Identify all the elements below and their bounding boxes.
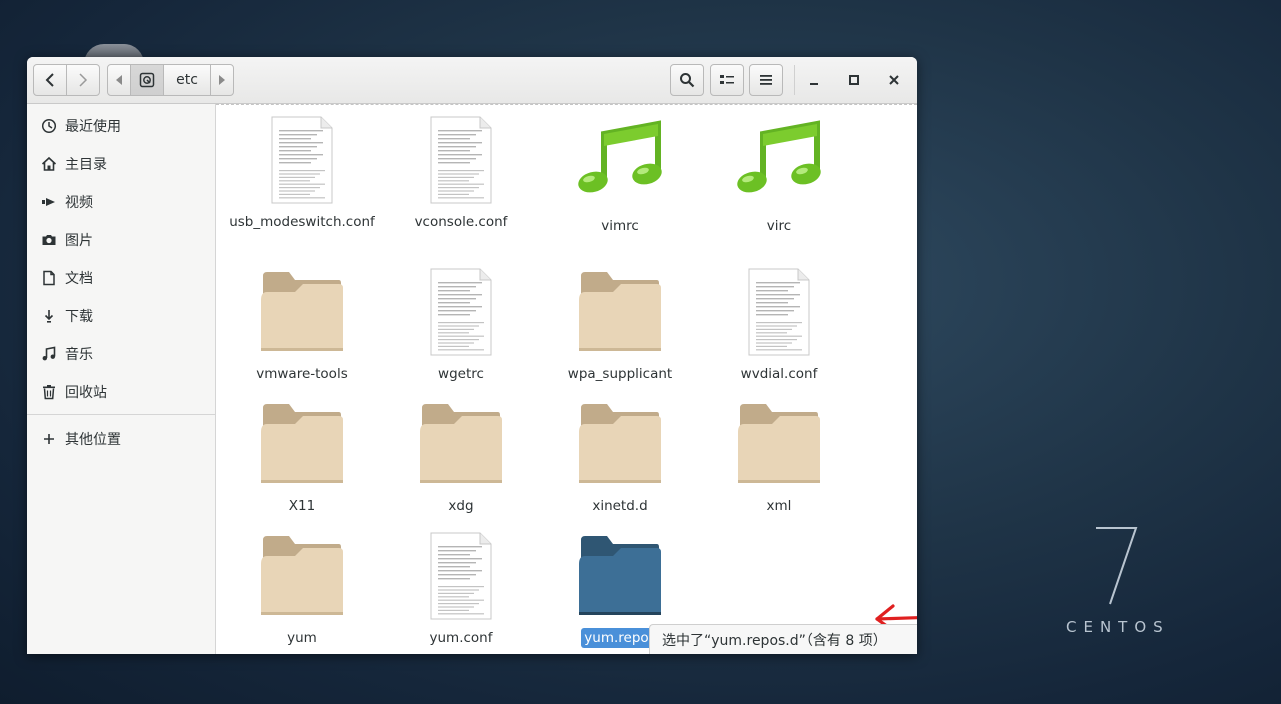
folder-icon [545,530,695,616]
folder-icon [227,398,377,484]
drop-indicator [216,104,917,105]
sidebar-item-other-locations[interactable]: 其他位置 [27,421,215,457]
video-icon [41,194,57,210]
file-item[interactable]: vconsole.conf [386,114,536,232]
file-item[interactable]: usb_modeswitch.conf [227,114,377,232]
folder-icon [545,266,695,352]
file-name: wvdial.conf [740,366,818,382]
minimize-button[interactable] [799,65,829,95]
file-item[interactable]: wpa_supplicant [545,266,695,384]
path-scroll-right-button[interactable] [210,64,234,96]
sidebar-item-home[interactable]: 主目录 [27,146,215,182]
maximize-button[interactable] [839,65,869,95]
file-name: xml [766,498,792,514]
trash-icon [41,384,57,400]
forward-button[interactable] [66,64,100,96]
text-file-icon [386,266,536,356]
minimize-icon [810,83,818,85]
file-item[interactable]: vimrc [545,114,695,236]
sidebar-item-videos[interactable]: 视频 [27,184,215,220]
file-name: yum.conf [429,630,493,646]
folder-icon [227,266,377,352]
chevron-left-icon [45,73,54,87]
back-button[interactable] [33,64,67,96]
file-item[interactable]: xdg [386,398,536,516]
sidebar-item-recent[interactable]: 最近使用 [27,108,215,144]
file-item[interactable]: yum [227,530,377,648]
folder-icon [227,530,377,616]
sidebar-item-music[interactable]: 音乐 [27,336,215,372]
file-item[interactable]: virc [704,114,854,236]
folder-icon [704,398,854,484]
view-mode-button[interactable] [710,64,744,96]
file-name: vimrc [601,218,639,234]
path-scroll-left-button[interactable] [107,64,131,96]
camera-icon [41,232,57,248]
file-name: virc [766,218,792,234]
file-view: usb_modeswitch.conf vconsole.conf vimrc vir… [216,104,917,654]
file-name: vconsole.conf [414,214,508,230]
triangle-left-icon [116,75,122,85]
search-icon [680,73,695,88]
search-button[interactable] [670,64,704,96]
status-text: 选中了“yum.repos.d”（含有 8 项） [662,632,887,649]
file-name: yum.repos [581,628,659,648]
text-file-icon [386,114,536,204]
text-file-icon [704,266,854,356]
close-icon [889,75,899,85]
file-item[interactable]: xinetd.d [545,398,695,516]
sidebar-item-documents[interactable]: 文档 [27,260,215,296]
file-manager-window: etc 最近使用 主目录 视频 图片 文档 下载 音乐 回收站 其他位置 usb… [27,57,917,654]
file-item[interactable]: yum.conf [386,530,536,648]
file-name: wpa_supplicant [567,366,673,382]
home-icon [41,156,57,172]
file-name: xinetd.d [592,498,648,514]
file-item[interactable]: X11 [227,398,377,516]
header-bar: etc [27,57,917,104]
header-separator [794,65,795,95]
clock-icon [41,118,57,134]
menu-button[interactable] [749,64,783,96]
hamburger-menu-icon [760,75,772,85]
path-segment-etc[interactable]: etc [163,64,211,96]
file-name: X11 [288,498,316,514]
sidebar-item-pictures[interactable]: 图片 [27,222,215,258]
close-button[interactable] [879,65,909,95]
sidebar-separator [27,414,215,415]
path-root-button[interactable] [130,64,164,96]
drive-icon [139,72,155,88]
maximize-icon [849,75,859,85]
audio-file-icon [545,114,695,204]
folder-icon [545,398,695,484]
file-name: wgetrc [438,366,484,382]
centos-wordmark: CENTOS [1066,618,1170,636]
file-name: yum [287,630,317,646]
music-icon [41,346,57,362]
triangle-right-icon [219,75,225,85]
file-name: xdg [448,498,474,514]
download-icon [41,308,57,324]
plus-icon [41,431,57,447]
text-file-icon [386,530,536,620]
document-icon [41,270,57,286]
folder-icon [386,398,536,484]
chevron-right-icon [79,73,88,87]
list-view-icon [720,75,734,84]
file-name: vmware-tools [256,366,348,382]
sidebar: 最近使用 主目录 视频 图片 文档 下载 音乐 回收站 其他位置 [27,104,216,654]
file-item[interactable]: xml [704,398,854,516]
file-item[interactable]: wvdial.conf [704,266,854,384]
file-item[interactable]: vmware-tools [227,266,377,384]
status-bar: 选中了“yum.repos.d”（含有 8 项） [649,624,917,654]
sidebar-item-trash[interactable]: 回收站 [27,374,215,410]
audio-file-icon [704,114,854,204]
centos-logo [1096,527,1138,605]
sidebar-item-downloads[interactable]: 下载 [27,298,215,334]
text-file-icon [227,114,377,204]
file-name: usb_modeswitch.conf [229,214,375,230]
file-item[interactable]: wgetrc [386,266,536,384]
